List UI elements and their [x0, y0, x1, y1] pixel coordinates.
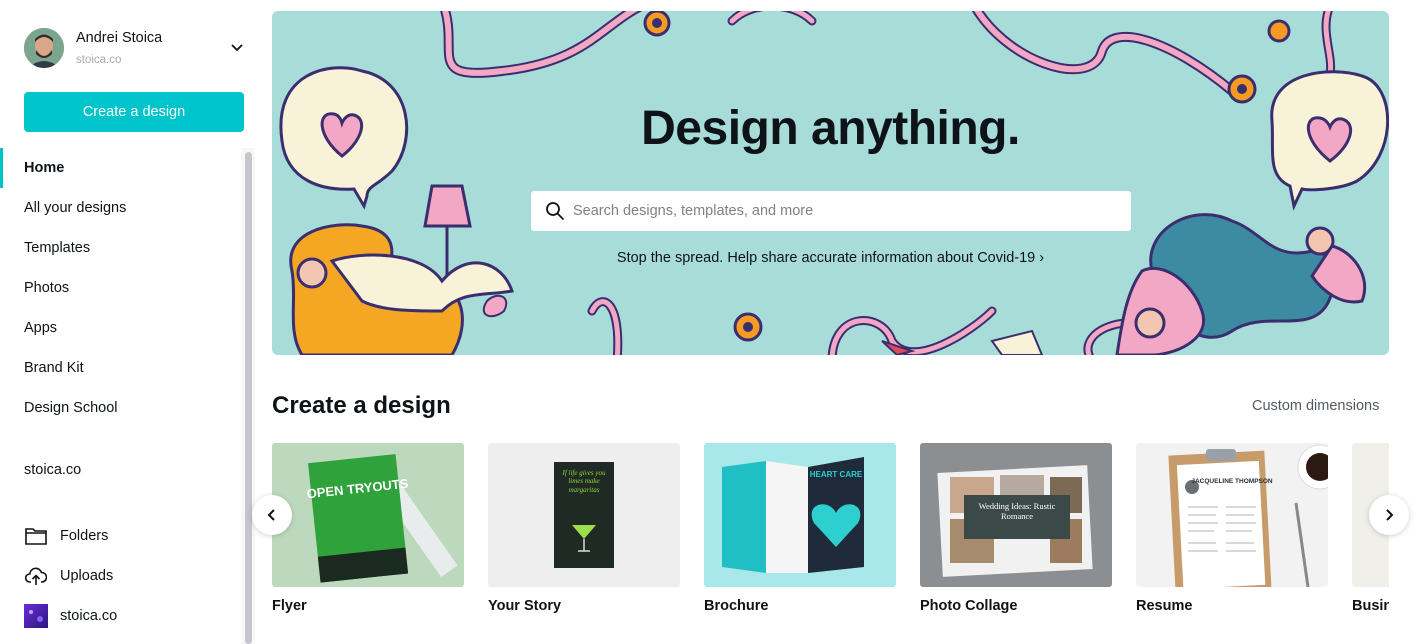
- design-card-label: Photo Collage: [920, 598, 1018, 614]
- sidebar-item-team-folder[interactable]: stoica.co: [24, 604, 117, 628]
- avatar: [24, 28, 64, 68]
- hero-banner: Design anything. Stop the spread. Help s…: [272, 11, 1389, 355]
- card-thumbnail: If life gives you limes make margaritas: [488, 443, 680, 587]
- user-team: stoica.co: [76, 54, 122, 66]
- sidebar-scrollbar-thumb[interactable]: [245, 152, 252, 644]
- chevron-right-icon: [1386, 509, 1394, 521]
- team-logo-icon: [24, 604, 48, 628]
- sidebar-item-apps[interactable]: Apps: [0, 308, 240, 348]
- custom-dimensions-link[interactable]: Custom dimensions: [1252, 398, 1379, 414]
- design-card-label: Busin: [1352, 598, 1389, 614]
- covid-info-link[interactable]: Stop the spread. Help share accurate inf…: [272, 250, 1389, 266]
- search-icon: [546, 202, 564, 220]
- sidebar-team-name[interactable]: stoica.co: [24, 462, 81, 478]
- design-card-label: Flyer: [272, 598, 307, 614]
- sidebar-item-photos[interactable]: Photos: [0, 268, 240, 308]
- user-menu[interactable]: Andrei Stoica stoica.co: [24, 28, 244, 70]
- search-input[interactable]: [573, 203, 1093, 219]
- sidebar-nav: Home All your designs Templates Photos A…: [0, 148, 240, 428]
- sidebar-item-folders[interactable]: Folders: [24, 524, 108, 548]
- card-thumbnail-text: If life gives you limes make margaritas: [562, 469, 606, 494]
- folders-label: Folders: [60, 528, 109, 544]
- sidebar-item-all-designs[interactable]: All your designs: [0, 188, 240, 228]
- sidebar-item-brand-kit[interactable]: Brand Kit: [0, 348, 240, 388]
- team-folder-label: stoica.co: [60, 608, 118, 624]
- card-thumbnail: OPEN TRYOUTS: [272, 443, 464, 587]
- hero-illustration: [279, 11, 1389, 355]
- card-thumbnail: Wedding Ideas: Rustic Romance: [920, 443, 1112, 587]
- card-thumbnail: HEART CARE: [704, 443, 896, 587]
- design-card-flyer[interactable]: OPEN TRYOUTS Flyer: [272, 443, 464, 614]
- chevron-left-icon: [267, 509, 275, 521]
- design-card-label: Your Story: [488, 598, 562, 614]
- user-name: Andrei Stoica: [76, 30, 163, 46]
- carousel-prev-button[interactable]: [252, 495, 292, 535]
- design-card-your-story[interactable]: If life gives you limes make margaritas …: [488, 443, 680, 614]
- folder-icon: [24, 524, 48, 548]
- design-card-photo-collage[interactable]: Wedding Ideas: Rustic Romance Photo Coll…: [920, 443, 1112, 614]
- hero-search-box[interactable]: [531, 191, 1131, 231]
- design-card-label: Brochure: [704, 598, 769, 614]
- card-thumbnail-text: Wedding Ideas: Rustic Romance: [978, 501, 1056, 522]
- card-thumbnail-text: JACQUELINE THOMPSON: [1191, 478, 1273, 485]
- create-design-heading: Create a design: [272, 392, 451, 419]
- uploads-label: Uploads: [60, 568, 114, 584]
- card-thumbnail-text: HEART CARE: [810, 470, 863, 479]
- chevron-down-icon[interactable]: [230, 40, 244, 54]
- design-type-carousel: OPEN TRYOUTS Flyer If life gives you lim…: [272, 443, 1389, 644]
- main-content: Design anything. Stop the spread. Help s…: [252, 0, 1424, 644]
- design-card-resume[interactable]: JACQUELINE THOMPSON Resume: [1136, 443, 1328, 614]
- carousel-next-button[interactable]: [1369, 495, 1409, 535]
- sidebar-item-uploads[interactable]: Uploads: [24, 564, 113, 588]
- design-card-brochure[interactable]: HEART CARE Brochure: [704, 443, 896, 614]
- sidebar-item-templates[interactable]: Templates: [0, 228, 240, 268]
- sidebar: Andrei Stoica stoica.co Create a design …: [0, 0, 256, 644]
- hero-title: Design anything.: [641, 102, 1020, 155]
- sidebar-item-design-school[interactable]: Design School: [0, 388, 240, 428]
- create-design-button[interactable]: Create a design: [24, 92, 244, 132]
- design-card-label: Resume: [1136, 598, 1193, 614]
- sidebar-item-home[interactable]: Home: [0, 148, 240, 188]
- card-thumbnail: JACQUELINE THOMPSON: [1136, 443, 1328, 587]
- upload-icon: [24, 564, 48, 588]
